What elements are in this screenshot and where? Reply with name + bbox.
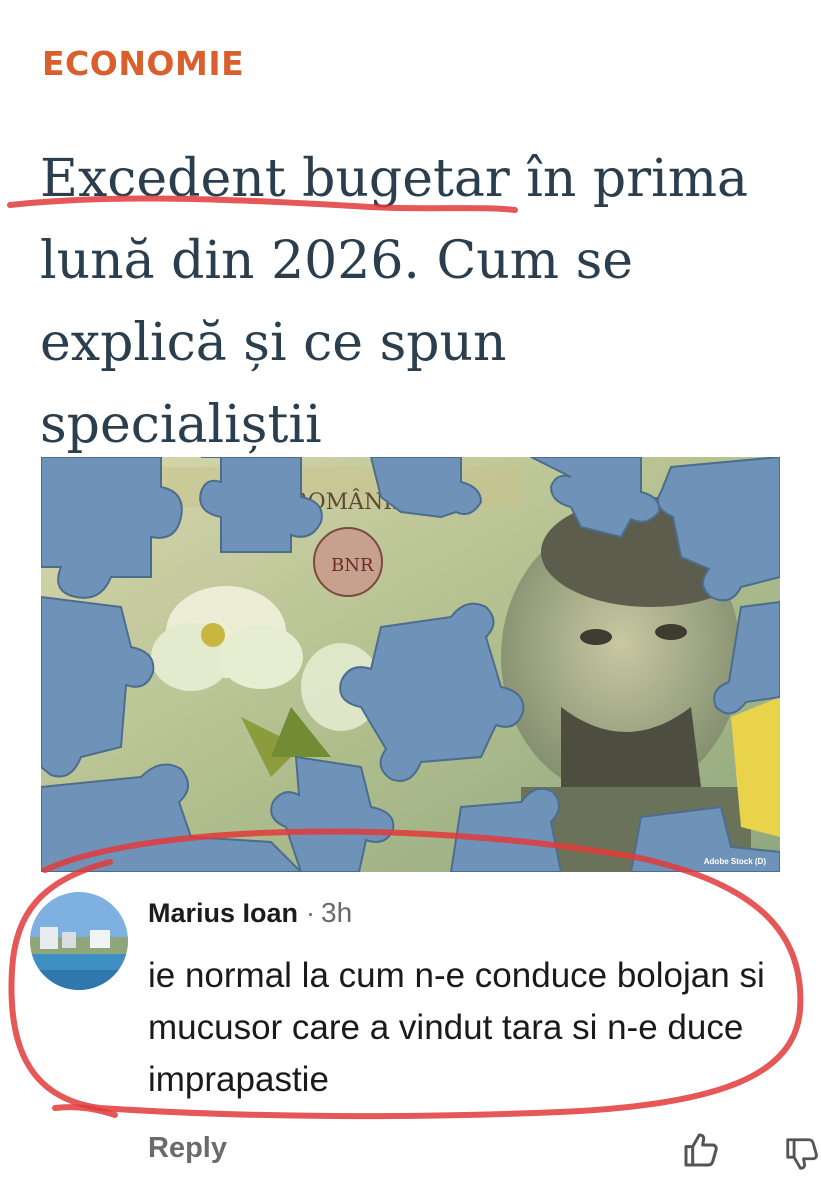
avatar[interactable]	[30, 892, 128, 990]
banknote-puzzle-illustration: ROMÂNIEI BNR	[41, 457, 780, 872]
photo-credit: Adobe Stock (D)	[703, 857, 766, 866]
comment-header: Marius Ioan · 3h	[148, 897, 352, 929]
article-screenshot: ECONOMIE Excedent bugetar în prima lună …	[0, 0, 821, 1200]
bnr-monogram-text: BNR	[331, 555, 374, 576]
article-headline[interactable]: Excedent bugetar în prima lună din 2026.…	[40, 138, 780, 466]
comment-timestamp: 3h	[321, 897, 353, 928]
avatar-image	[30, 892, 128, 990]
thumbs-down-icon	[786, 1138, 818, 1170]
category-label[interactable]: ECONOMIE	[42, 44, 244, 83]
reply-button[interactable]: Reply	[148, 1132, 227, 1165]
comment-author[interactable]: Marius Ioan	[148, 898, 298, 928]
like-button[interactable]	[681, 1130, 721, 1170]
comment-text: ie normal la cum n-e conduce bolojan si …	[148, 956, 765, 1099]
article-image[interactable]: ROMÂNIEI BNR Adobe Stock (D)	[41, 457, 780, 872]
separator: ·	[306, 898, 316, 928]
dislike-button[interactable]	[783, 1134, 821, 1174]
thumbs-up-icon	[684, 1133, 718, 1167]
